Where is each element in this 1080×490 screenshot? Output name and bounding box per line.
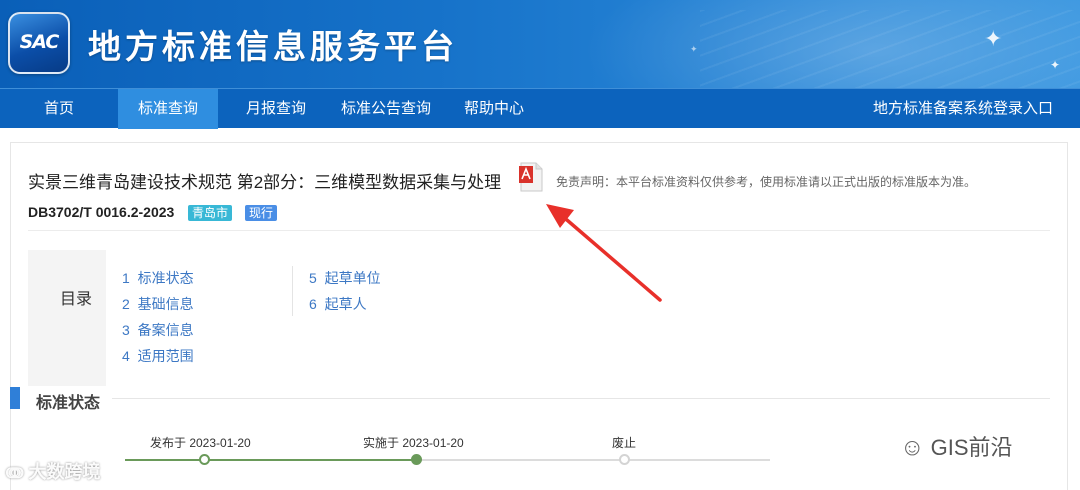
toc-panel <box>28 250 106 386</box>
toc-number: 5 <box>309 270 317 286</box>
standard-code: DB3702/T 0016.2-2023 <box>28 204 175 220</box>
standard-title: 实景三维青岛建设技术规范 第2部分：三维模型数据采集与处理 <box>28 173 502 192</box>
timeline-dot-abolished <box>619 454 630 465</box>
timeline-dot-effective <box>411 454 422 465</box>
nav-item-standard-search[interactable]: 标准查询 <box>118 89 218 129</box>
toc-number: 4 <box>122 348 130 364</box>
sparkle-icon: ✦ <box>690 44 698 54</box>
watermark-right: ☺ GIS前沿 <box>900 430 1013 462</box>
toc-text: 基础信息 <box>137 296 194 312</box>
watermark-right-text: GIS前沿 <box>930 435 1013 460</box>
sparkle-icon: ✦ <box>984 26 1003 51</box>
nav-item-help-center[interactable]: 帮助中心 <box>456 89 532 129</box>
watermark-logo-icon: ↈ <box>6 465 24 482</box>
login-entry-link[interactable]: 地方标准备案系统登录入口 <box>866 89 1060 129</box>
toc-number: 1 <box>122 270 130 286</box>
nav-item-home[interactable]: 首页 <box>24 89 94 129</box>
watermark-left: ↈ 大数跨境 <box>6 458 101 484</box>
pdf-icon[interactable] <box>519 162 543 192</box>
section-marker <box>10 387 20 409</box>
toc-number: 3 <box>122 322 130 338</box>
divider <box>28 230 1050 231</box>
timeline-dot-published <box>199 454 210 465</box>
watermark-left-text: 大数跨境 <box>28 462 101 482</box>
timeline-remaining <box>417 459 770 461</box>
main-nav: 首页 标准查询 月报查询 标准公告查询 帮助中心 地方标准备案系统登录入口 <box>0 88 1080 129</box>
toc-number: 2 <box>122 296 130 312</box>
timeline-label-effective: 实施于 2023-01-20 <box>363 436 464 450</box>
toc-text: 标准状态 <box>137 270 194 286</box>
status-badge: 现行 <box>245 205 278 221</box>
timeline-progress <box>125 459 417 461</box>
toc-number: 6 <box>309 296 317 312</box>
toc-link-drafters[interactable]: 6 起草人 <box>309 294 367 314</box>
toc-text: 起草单位 <box>324 270 381 286</box>
sparkle-icon: ✦ <box>1050 58 1061 72</box>
toc-link-standard-status[interactable]: 1 标准状态 <box>122 268 194 288</box>
toc-text: 适用范围 <box>137 348 194 364</box>
banner-rays <box>700 10 1080 88</box>
nav-item-monthly-report[interactable]: 月报查询 <box>236 89 316 129</box>
toc-text: 备案信息 <box>137 322 194 338</box>
toc-link-scope[interactable]: 4 适用范围 <box>122 346 194 366</box>
timeline-label-abolished: 废止 <box>612 436 637 450</box>
wechat-icon: ☺ <box>900 434 925 461</box>
toc-text: 起草人 <box>324 296 367 312</box>
timeline-label-published: 发布于 2023-01-20 <box>150 436 251 450</box>
toc-separator <box>292 266 293 316</box>
toc-link-filing-info[interactable]: 3 备案信息 <box>122 320 194 340</box>
logo-text: SAC <box>19 31 60 53</box>
sac-logo[interactable]: SAC <box>8 12 70 74</box>
region-badge: 青岛市 <box>188 205 233 221</box>
toc-link-basic-info[interactable]: 2 基础信息 <box>122 294 194 314</box>
disclaimer-text: 免责声明：本平台标准资料仅供参考，使用标准请以正式出版的标准版本为准。 <box>556 175 977 189</box>
section-title: 标准状态 <box>36 395 101 412</box>
section-rule <box>112 398 1050 399</box>
toc-label: 目录 <box>60 291 93 308</box>
site-title: 地方标准信息服务平台 <box>88 27 458 66</box>
nav-item-announcement-search[interactable]: 标准公告查询 <box>336 89 436 129</box>
toc-link-drafting-unit[interactable]: 5 起草单位 <box>309 268 381 288</box>
